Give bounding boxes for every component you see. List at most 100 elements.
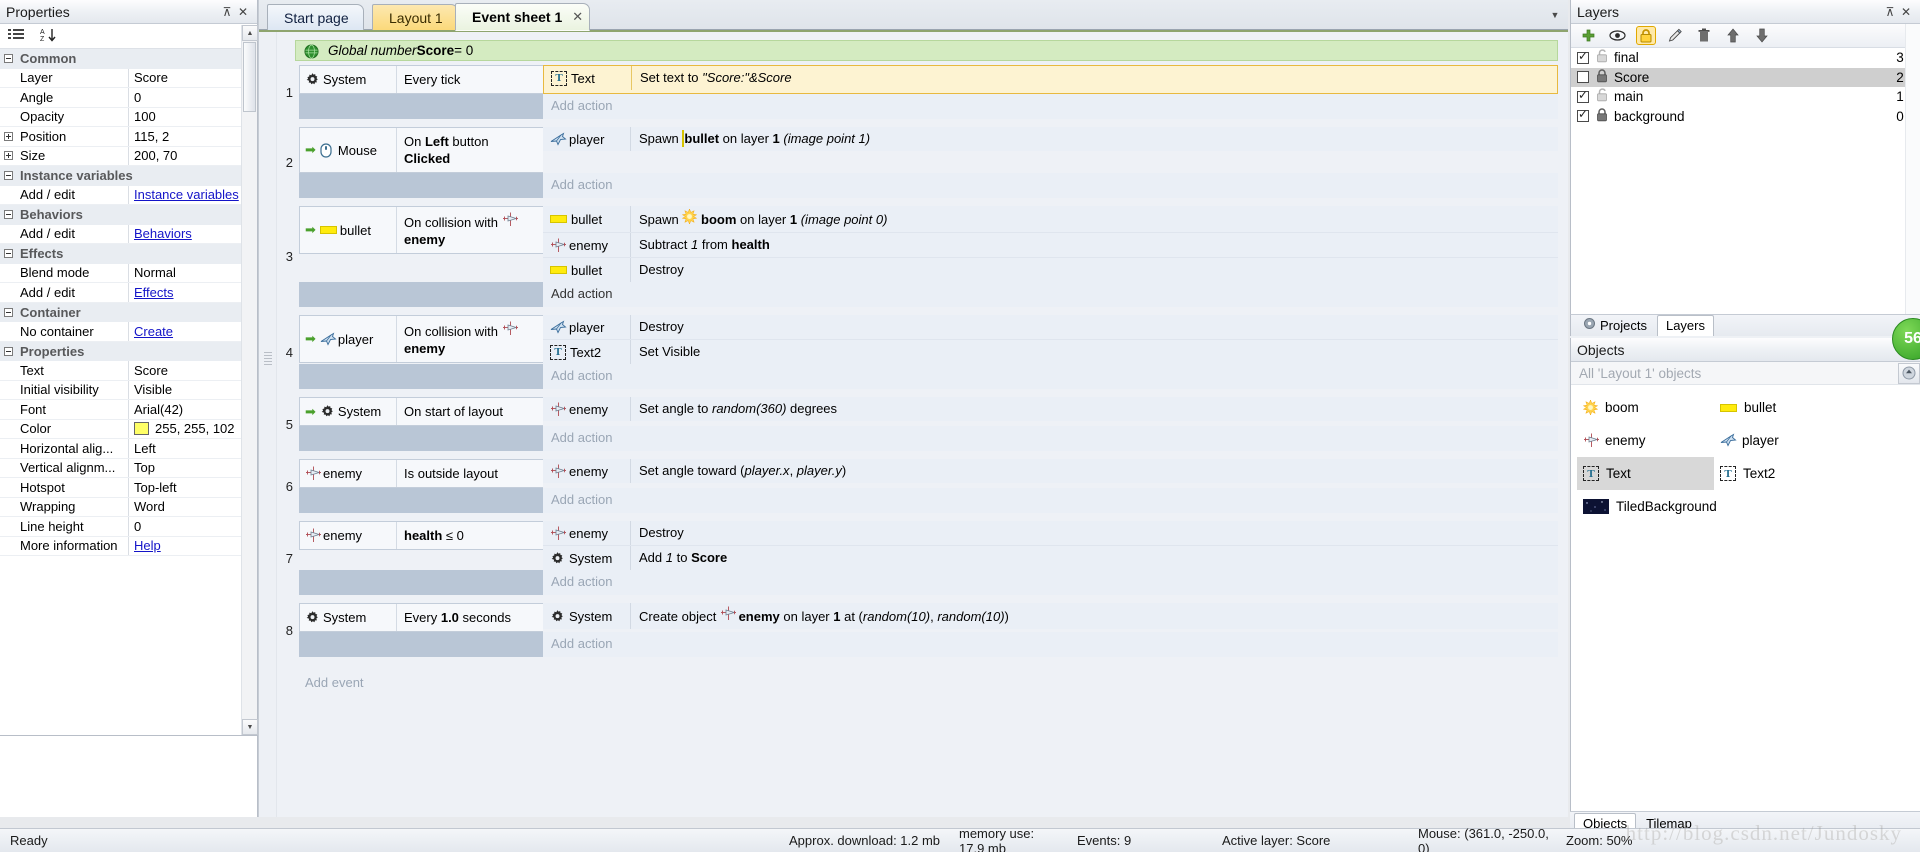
property-value[interactable]: Normal [128,263,257,282]
property-row[interactable]: Angle 0 [0,88,257,108]
collapse-icon[interactable] [4,249,13,259]
property-row[interactable]: No container Create [0,322,257,342]
collapse-icon[interactable] [4,307,13,317]
property-value[interactable]: Create [128,322,257,341]
add-action-button[interactable]: Add action [543,282,1558,305]
condition-text[interactable]: Is outside layout [397,460,543,487]
action-object[interactable]: player [543,127,631,151]
layer-row[interactable]: main1 [1571,87,1920,107]
lock-open-icon[interactable] [1596,88,1608,105]
object-item[interactable]: bullet [1714,391,1851,424]
property-value[interactable]: 100 [128,107,257,126]
property-row[interactable]: Vertical alignm... Top [0,458,257,478]
add-action-button[interactable]: Add action [543,426,1558,449]
property-row[interactable]: Position 115, 2 [0,127,257,147]
property-value[interactable]: Visible [128,380,257,399]
property-value[interactable]: 0 [128,88,257,107]
collapse-icon[interactable] [4,54,13,64]
action-text[interactable]: Spawn boom on layer 1 (image point 0) [631,206,1558,232]
condition-object[interactable]: System [300,604,397,631]
add-action-button[interactable]: Add action [543,173,1558,196]
layer-row[interactable]: final3 [1571,48,1920,68]
property-value[interactable]: 200, 70 [128,146,257,165]
property-link[interactable]: Effects [134,285,174,300]
action-row[interactable]: player Destroy [543,315,1558,339]
property-row[interactable]: Wrapping Word [0,497,257,517]
condition-block[interactable]: System Every tick [299,65,543,94]
add-action-button[interactable]: Add action [543,632,1558,655]
condition-block[interactable]: enemy Is outside layout [299,459,543,488]
eye-icon[interactable] [1607,26,1627,45]
action-text[interactable]: Add 1 to Score [631,546,1558,570]
event-row[interactable]: 1 System Every tick T Text Set text to "Score… [283,65,1558,119]
property-value[interactable]: Left [128,439,257,458]
trash-icon[interactable] [1694,26,1714,45]
property-row[interactable]: Horizontal alig... Left [0,439,257,459]
scroll-down-icon[interactable]: ▼ [242,719,258,735]
property-value[interactable]: Help [128,536,257,555]
alphabetical-sort-icon[interactable]: AZ [40,27,58,45]
condition-block[interactable]: ➡ Mouse On Left button Clicked [299,127,543,173]
lock-open-icon[interactable] [1596,49,1608,66]
expand-icon[interactable] [4,151,13,161]
action-text[interactable]: Spawn bullet on layer 1 (image point 1) [631,127,1558,151]
action-text[interactable]: Destroy [631,258,1558,282]
property-group-header[interactable]: Instance variables [0,166,257,186]
property-row[interactable]: Initial visibility Visible [0,380,257,400]
action-text[interactable]: Set Visible [631,340,1558,364]
property-link[interactable]: Instance variables [134,187,239,202]
object-item[interactable]: player [1714,424,1851,457]
property-value[interactable]: Arial(42) [128,400,257,419]
chevron-down-icon[interactable]: ▼ [1548,8,1562,22]
property-value[interactable]: 255, 255, 102 [128,419,257,438]
condition-object[interactable]: ➡ Mouse [300,128,397,172]
action-text[interactable]: Destroy [631,315,1558,339]
action-row[interactable]: enemy Set angle to random(360) degrees [543,397,1558,421]
condition-block[interactable]: enemy health ≤ 0 [299,521,543,550]
condition-text[interactable]: On collision with enemy [397,207,543,253]
condition-text[interactable]: On Left button Clicked [397,128,543,172]
object-item[interactable]: T Text [1577,457,1714,490]
property-group-header[interactable]: Common [0,49,257,69]
tab-start-page[interactable]: Start page [267,4,364,30]
layers-scrollbar[interactable] [1905,24,1920,320]
property-row[interactable]: Hotspot Top-left [0,478,257,498]
property-value[interactable]: Behaviors [128,224,257,243]
help-link[interactable]: Help [134,538,161,553]
add-action-button[interactable]: Add action [543,364,1558,387]
add-layer-button[interactable] [1578,26,1598,45]
property-value[interactable]: Effects [128,283,257,302]
condition-object[interactable]: enemy [300,522,397,549]
lock-closed-icon[interactable] [1596,69,1608,86]
action-object[interactable]: enemy [543,233,631,257]
event-row[interactable]: 2 ➡ Mouse On Left button Clicked player Spawn… [283,127,1558,198]
collapse-icon[interactable] [4,346,13,356]
condition-block[interactable]: ➡ player On collision with enemy [299,315,543,363]
property-row[interactable]: Size 200, 70 [0,146,257,166]
event-row[interactable]: 7 enemy health ≤ 0 enemy Destroy System Add 1 … [283,521,1558,595]
condition-text[interactable]: On start of layout [397,398,543,425]
object-item[interactable]: TiledBackground [1577,490,1717,523]
property-value[interactable]: 115, 2 [128,127,257,146]
pin-icon[interactable]: ⊼ [1882,5,1898,19]
tab-event-sheet-1[interactable]: Event sheet 1 ✕ [455,3,591,31]
up-arrow-circle-icon[interactable] [1898,362,1920,384]
action-text[interactable]: Set angle to random(360) degrees [631,397,1558,421]
gutter-grip[interactable] [264,352,272,366]
condition-text[interactable]: Every 1.0 seconds [397,604,543,631]
add-event-button[interactable]: Add event [283,665,1558,690]
add-action-button[interactable]: Add action [543,488,1558,511]
pencil-icon[interactable] [1665,26,1685,45]
tab-layout-1[interactable]: Layout 1 [372,4,458,30]
action-row[interactable]: enemy Subtract 1 from health [543,232,1558,257]
condition-object[interactable]: System [300,66,397,93]
color-swatch[interactable] [134,422,149,436]
action-object[interactable]: bullet [543,258,631,282]
arrow-down-icon[interactable] [1752,26,1772,45]
action-text[interactable]: Set angle toward (player.x, player.y) [631,459,1558,483]
property-link[interactable]: Behaviors [134,226,192,241]
arrow-up-icon[interactable] [1723,26,1743,45]
object-item[interactable]: T Text2 [1714,457,1851,490]
objects-filter-label[interactable]: All 'Layout 1' objects [1579,366,1701,381]
property-value[interactable]: Instance variables [128,185,257,204]
